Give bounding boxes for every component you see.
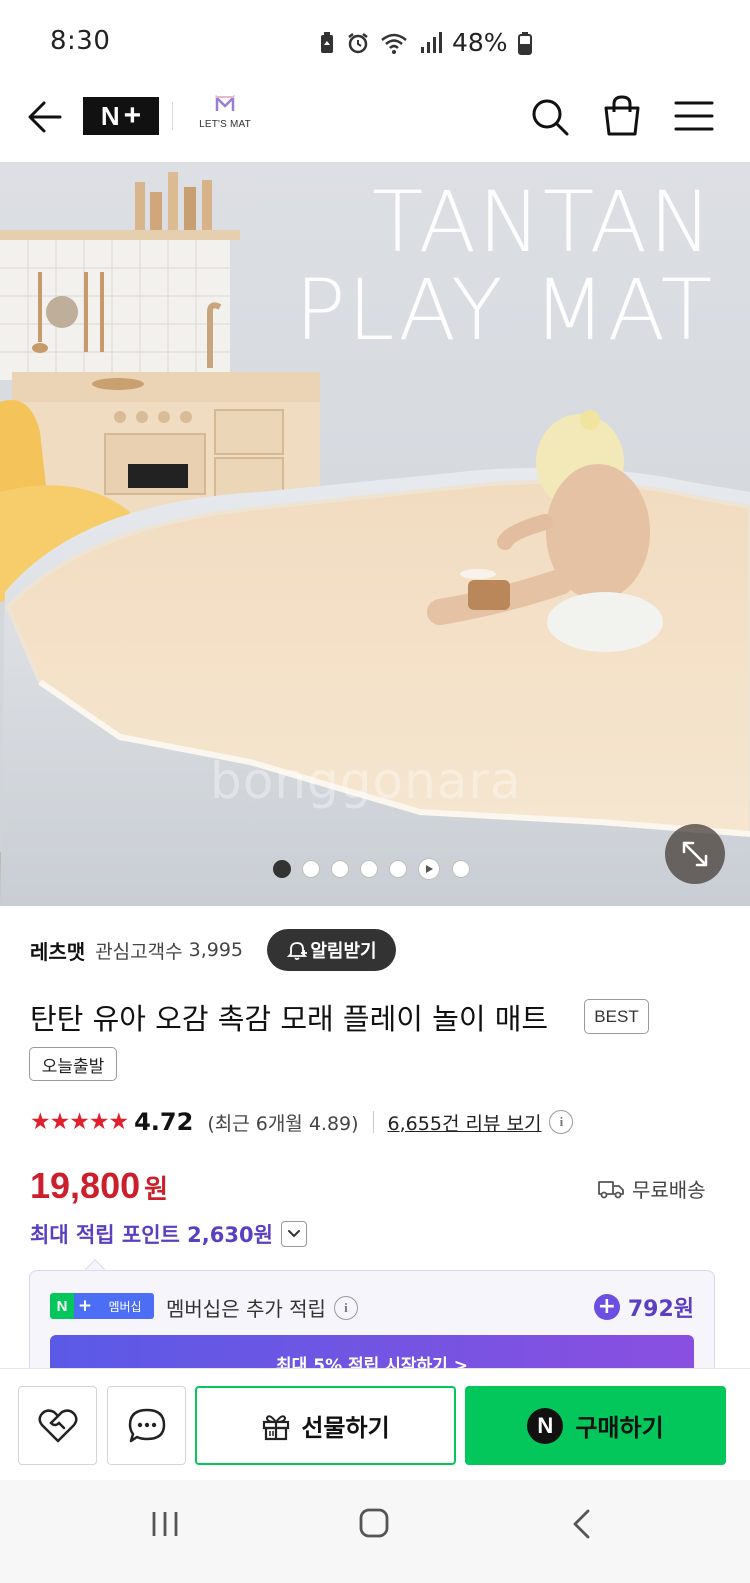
expand-image-button[interactable]	[665, 824, 725, 884]
carousel-dot[interactable]	[452, 860, 470, 878]
rating-divider	[372, 1111, 374, 1133]
max-points: 최대 적립 포인트 2,630원	[30, 1223, 273, 1247]
price-value: 19,800	[30, 1165, 141, 1206]
carousel-dot[interactable]	[273, 860, 291, 878]
points-toggle[interactable]	[280, 1221, 307, 1247]
store-name[interactable]: 레츠맷	[30, 936, 85, 965]
home-icon	[359, 1508, 389, 1538]
membership-card: N + 멤버십 멤버십은 추가 적립 i + 792원 최대 5% 적립 시작하…	[29, 1270, 715, 1370]
carousel-dot[interactable]	[389, 860, 407, 878]
naver-pay-icon: N	[527, 1407, 564, 1444]
shipping-info: 무료배송	[598, 1174, 706, 1203]
chevron-down-icon	[287, 1230, 300, 1238]
buy-button[interactable]: N 구매하기	[465, 1386, 726, 1465]
system-nav-bar	[0, 1480, 750, 1583]
header-divider	[172, 102, 173, 130]
menu-icon	[674, 101, 714, 131]
price-unit: 원	[144, 1175, 169, 1205]
same-day-shipping-badge: 오늘출발	[29, 1047, 117, 1081]
membership-badge-plus: +	[74, 1293, 96, 1319]
talk-button[interactable]	[107, 1386, 186, 1465]
notification-button-label: 알림받기	[310, 941, 377, 962]
purchase-action-bar: 선물하기 N 구매하기	[0, 1368, 750, 1480]
membership-info-icon[interactable]: i	[333, 1295, 358, 1320]
brand-name: LET'S MAT	[199, 119, 251, 130]
image-watermark: bonggonara	[210, 752, 522, 810]
battery-percent: 48%	[452, 28, 508, 57]
gift-button[interactable]: 선물하기	[195, 1386, 456, 1465]
buy-button-label: 구매하기	[575, 1414, 664, 1442]
membership-cta-button[interactable]: 최대 5% 적립 시작하기 >	[50, 1335, 694, 1370]
carousel-dot[interactable]	[360, 860, 378, 878]
product-title: 탄탄 유아 오감 촉감 모래 플레이 놀이 매트	[30, 1002, 549, 1036]
bell-plus-icon	[287, 942, 308, 960]
carousel-indicators	[0, 858, 750, 882]
follower-label: 관심고객수	[95, 940, 183, 963]
membership-amount: + 792원	[593, 1291, 694, 1323]
membership-badge-text: 멤버십	[96, 1293, 154, 1319]
search-button[interactable]	[530, 97, 570, 137]
cart-button[interactable]	[602, 94, 642, 138]
store-info: 레츠맷 관심고객수 3,995	[30, 930, 243, 970]
wishlist-button[interactable]	[18, 1386, 97, 1465]
system-back-button[interactable]	[570, 1508, 592, 1540]
price: 19,800 원	[30, 1165, 168, 1207]
recent-apps-button[interactable]	[150, 1510, 180, 1538]
hero-title: TANTAN PLAY MAT	[295, 178, 714, 354]
membership-amount-value: 792원	[627, 1297, 694, 1322]
status-icons: 48%	[318, 28, 532, 57]
product-image-carousel[interactable]: TANTAN PLAY MAT bonggonara	[0, 162, 750, 906]
carousel-dot-video[interactable]	[418, 858, 440, 880]
membership-text: 멤버십은 추가 적립	[166, 1297, 326, 1321]
search-icon	[532, 99, 569, 136]
battery-icon	[517, 31, 532, 55]
gift-icon	[263, 1414, 290, 1440]
info-icon[interactable]: i	[549, 1110, 574, 1134]
shipping-label: 무료배송	[632, 1178, 706, 1202]
logo-n: N	[100, 100, 120, 131]
app-header: N + LET'S MAT	[0, 80, 750, 162]
home-button[interactable]	[358, 1507, 390, 1539]
follower-count: 3,995	[188, 939, 244, 961]
back-button[interactable]	[26, 98, 64, 136]
points-row[interactable]: 최대 적립 포인트 2,630원	[30, 1219, 307, 1249]
best-badge: BEST	[584, 999, 649, 1034]
brand-logo[interactable]: LET'S MAT	[190, 94, 260, 139]
membership-badge: N + 멤버십	[50, 1293, 154, 1319]
menu-button[interactable]	[674, 100, 714, 132]
battery-saver-icon	[321, 31, 333, 53]
truck-icon	[598, 1180, 624, 1198]
chat-bubble-icon	[128, 1408, 165, 1442]
recent-rating: (최근 6개월 4.89)	[207, 1112, 359, 1135]
rating-score: 4.72	[134, 1108, 194, 1136]
recent-apps-icon	[152, 1512, 178, 1536]
rating-stars: ★★★★★	[30, 1109, 129, 1135]
membership-text-row: 멤버십은 추가 적립 i	[166, 1293, 358, 1322]
naver-plus-logo[interactable]: N +	[83, 97, 159, 135]
expand-icon	[682, 841, 708, 867]
status-time: 8:30	[50, 26, 111, 56]
chevron-left-icon	[573, 1509, 590, 1539]
play-icon	[426, 865, 433, 873]
review-link[interactable]: 6,655건 리뷰 보기	[388, 1109, 542, 1136]
heart-icon	[37, 1408, 78, 1442]
wifi-icon	[381, 33, 407, 54]
signal-icon	[421, 31, 442, 53]
brand-mark-icon	[215, 94, 235, 111]
status-bar: 8:30 48%	[0, 0, 750, 80]
alarm-icon	[348, 32, 368, 53]
hero-title-line2: PLAY MAT	[294, 261, 714, 359]
shopping-bag-icon	[604, 95, 640, 136]
arrow-left-icon	[28, 101, 62, 133]
membership-badge-n: N	[50, 1293, 74, 1319]
logo-plus: +	[123, 99, 142, 132]
hero-title-line1: TANTAN	[371, 173, 714, 271]
notification-button[interactable]: 알림받기	[267, 929, 396, 971]
carousel-dot[interactable]	[331, 860, 349, 878]
plus-circle-icon: +	[593, 1294, 620, 1320]
rating-row: ★★★★★ 4.72 (최근 6개월 4.89) 6,655건 리뷰 보기 i	[30, 1104, 574, 1140]
carousel-dot[interactable]	[302, 860, 320, 878]
gift-button-label: 선물하기	[301, 1414, 390, 1442]
